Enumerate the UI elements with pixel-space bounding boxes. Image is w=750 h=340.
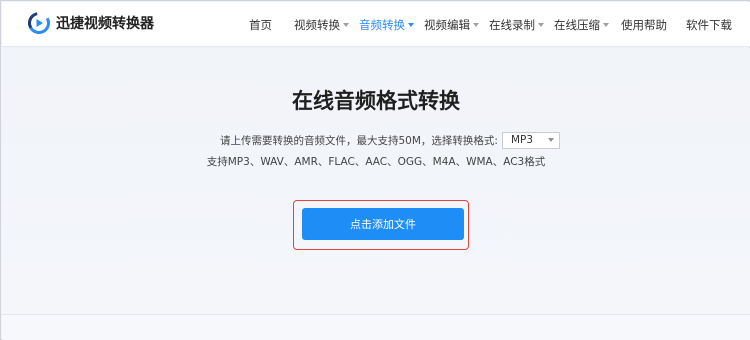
format-select-value: MP3 <box>510 134 534 146</box>
nav-software-download-label: 软件下载 <box>686 18 732 32</box>
nav-online-record-label: 在线录制 <box>489 18 535 32</box>
brand-name[interactable]: 迅捷视频转换器 <box>56 15 154 33</box>
nav-video-convert-label: 视频转换 <box>294 18 340 32</box>
chevron-down-icon <box>547 138 554 142</box>
nav-home[interactable]: 首页 <box>249 17 272 33</box>
brand-logo-icon[interactable] <box>28 12 50 34</box>
nav-software-download[interactable]: 软件下载 <box>686 17 732 33</box>
page-title: 在线音频格式转换 <box>292 89 460 113</box>
nav-home-label: 首页 <box>249 18 272 32</box>
lower-section <box>2 314 750 340</box>
supported-formats-text: 支持MP3、WAV、AMR、FLAC、AAC、OGG、M4A、WMA、AC3格式 <box>206 156 546 168</box>
nav-video-edit[interactable]: 视频编辑 <box>424 17 479 33</box>
chevron-down-icon <box>603 22 609 27</box>
nav-online-record[interactable]: 在线录制 <box>489 17 544 33</box>
nav-video-edit-label: 视频编辑 <box>424 18 470 32</box>
upload-description: 请上传需要转换的音频文件，最大支持50M，选择转换格式: <box>220 134 498 147</box>
top-navigation-bar: 迅捷视频转换器 首页 视频转换 音频转换 视频编辑 在线录制 在线压缩 使用帮助… <box>2 2 750 47</box>
nav-audio-convert[interactable]: 音频转换 <box>359 17 414 33</box>
browser-frame: 迅捷视频转换器 首页 视频转换 音频转换 视频编辑 在线录制 在线压缩 使用帮助… <box>0 0 750 340</box>
chevron-down-icon <box>343 22 349 27</box>
nav-online-compress-label: 在线压缩 <box>554 18 600 32</box>
add-file-button[interactable]: 点击添加文件 <box>302 208 464 240</box>
nav-video-convert[interactable]: 视频转换 <box>294 17 349 33</box>
converter-panel: 在线音频格式转换 请上传需要转换的音频文件，最大支持50M，选择转换格式: MP… <box>2 48 750 314</box>
nav-help-label: 使用帮助 <box>621 18 667 32</box>
nav-help[interactable]: 使用帮助 <box>621 17 667 33</box>
chevron-down-icon <box>473 22 479 27</box>
chevron-down-icon <box>538 22 544 27</box>
nav-audio-convert-label: 音频转换 <box>359 18 405 32</box>
upload-description-row: 请上传需要转换的音频文件，最大支持50M，选择转换格式: MP3 <box>220 131 560 149</box>
chevron-down-icon <box>408 22 414 27</box>
nav-online-compress[interactable]: 在线压缩 <box>554 17 609 33</box>
format-select[interactable]: MP3 <box>501 131 560 149</box>
add-file-button-label: 点击添加文件 <box>350 218 416 231</box>
